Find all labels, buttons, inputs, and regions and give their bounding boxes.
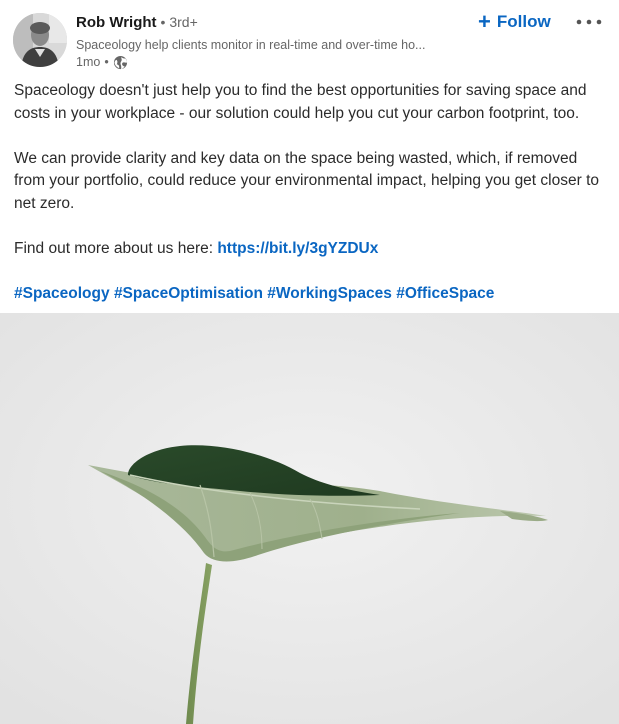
post-paragraph-2: We can provide clarity and key data on t… <box>14 149 599 212</box>
hashtag-link[interactable]: #WorkingSpaces <box>267 285 392 302</box>
more-options-button[interactable] <box>573 8 605 36</box>
post-image[interactable] <box>0 313 619 724</box>
post-paragraph-3: Find out more about us here: https://bit… <box>14 238 610 261</box>
post-paragraph-1: Spaceology doesn't just help you to find… <box>14 82 587 122</box>
hashtag-link[interactable]: #Spaceology <box>14 285 110 302</box>
globe-icon <box>113 55 128 70</box>
post-time: 1mo <box>76 55 101 69</box>
author-name[interactable]: Rob Wright <box>76 14 157 31</box>
post-commentary: Spaceology doesn't just help you to find… <box>14 80 610 328</box>
plus-icon: + <box>478 9 491 34</box>
find-out-text: Find out more about us here: <box>14 239 218 257</box>
hashtag-line: #Spaceology #SpaceOptimisation #WorkingS… <box>14 283 610 306</box>
post-header: Rob Wright • 3rd+ Spaceology help client… <box>0 0 619 76</box>
hashtag-link[interactable]: #SpaceOptimisation <box>114 285 263 302</box>
connection-degree: • 3rd+ <box>160 14 198 30</box>
post-link[interactable]: https://bit.ly/3gYZDUx <box>217 240 378 257</box>
feed-post: Rob Wright • 3rd+ Spaceology help client… <box>0 0 619 724</box>
author-name-line: Rob Wright • 3rd+ <box>76 14 198 34</box>
post-meta: 1mo • <box>76 53 128 71</box>
follow-button[interactable]: + Follow <box>478 8 551 36</box>
hashtag-link[interactable]: #OfficeSpace <box>396 285 494 302</box>
meta-separator: • <box>104 55 109 69</box>
author-headline: Spaceology help clients monitor in real-… <box>76 38 426 52</box>
author-avatar[interactable] <box>13 13 67 67</box>
follow-label: Follow <box>496 12 551 31</box>
plant-leaf-image <box>0 313 619 724</box>
avatar-photo <box>13 13 67 67</box>
more-options-icon <box>576 19 602 25</box>
